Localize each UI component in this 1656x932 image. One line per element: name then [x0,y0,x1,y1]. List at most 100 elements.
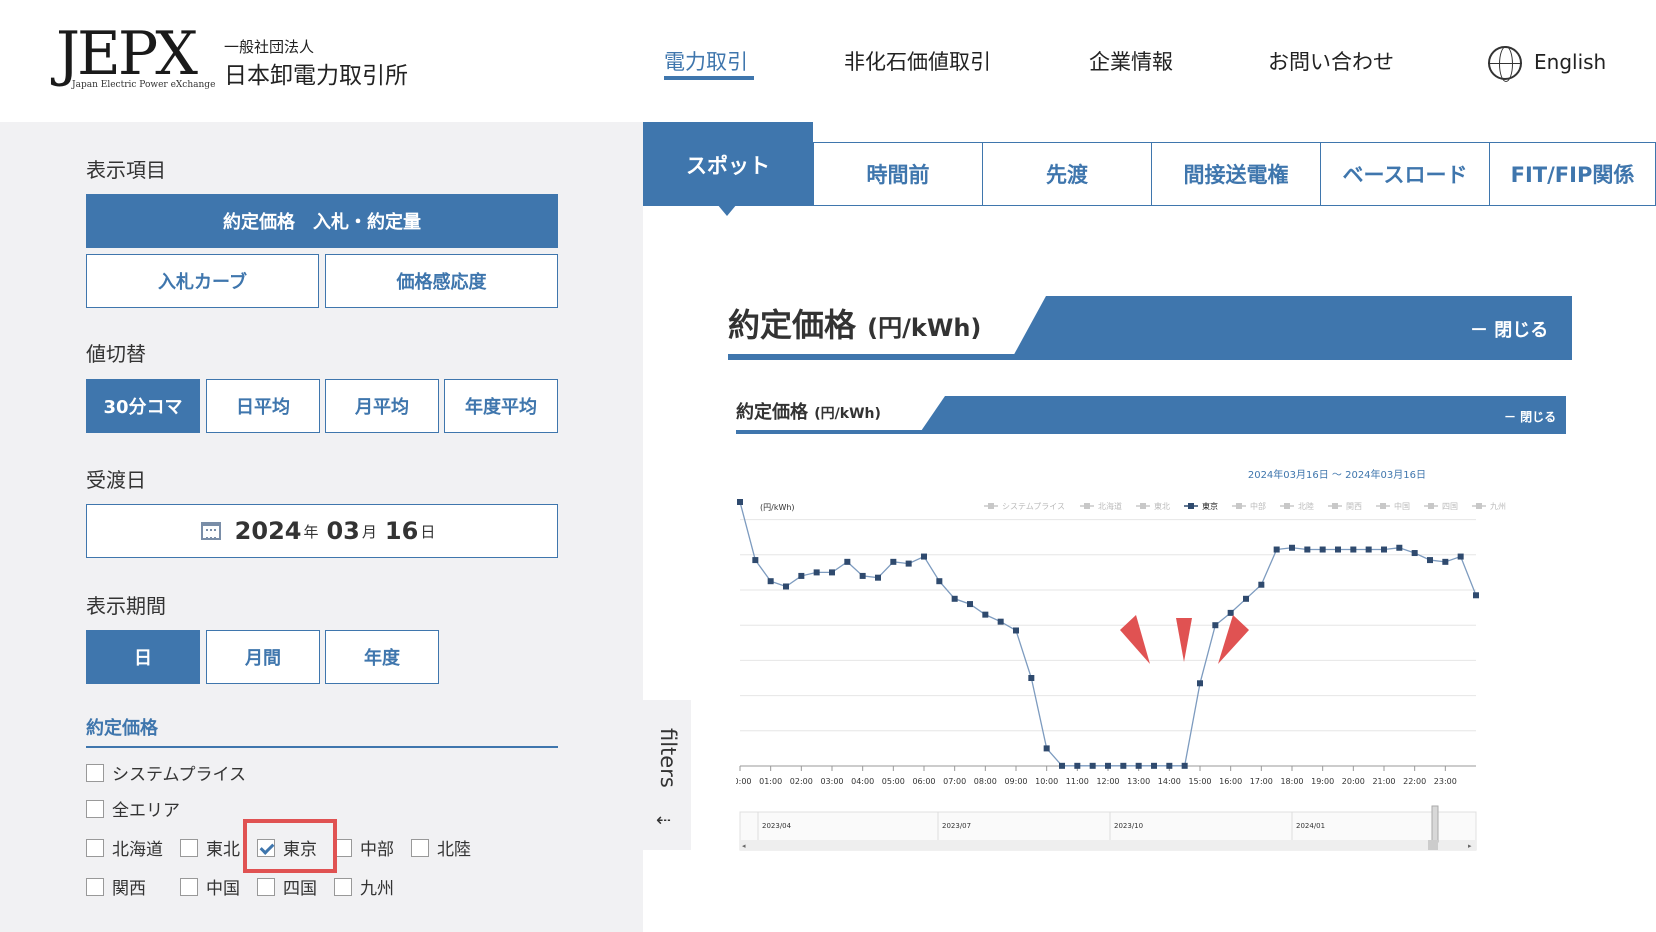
checkbox-label: 東北 [206,840,240,860]
checkbox-kansai[interactable]: 関西 [86,874,146,899]
tab-baseload[interactable]: ベースロード [1320,142,1490,206]
delivery-date-picker[interactable]: 2024 年 03 月 16 日 [86,504,558,558]
btn-price-volume[interactable]: 約定価格 入札・約定量 [86,194,558,248]
data-point [875,574,881,581]
globe-icon[interactable] [1488,46,1522,82]
tab-ftr[interactable]: 間接送電権 [1151,142,1321,206]
date-day-unit: 日 [420,522,436,541]
checkbox-label: システムプライス [112,765,246,785]
checkbox-box[interactable] [86,799,104,818]
filters-label[interactable]: filters [656,728,680,788]
data-point [1289,544,1295,551]
value-switch-label: 値切替 [86,342,146,366]
nav-company-info[interactable]: 企業情報 [1089,46,1173,76]
checkbox-box[interactable] [180,838,198,857]
chart-date-range: 2024年03月16日 〜 2024年03月16日 [1248,468,1426,481]
btn-period-day[interactable]: 日 [86,630,200,684]
tab-fit-fip[interactable]: FIT/FIP関係 [1489,142,1656,206]
sub-title-unit: (円/kWh) [814,406,881,422]
language-switch[interactable]: English [1534,50,1606,74]
data-point [1350,546,1357,553]
data-point [1473,592,1479,599]
sub-close-button[interactable]: － 閉じる [1504,408,1556,425]
x-tick-label: 01:00 [759,777,782,786]
btn-daily-avg[interactable]: 日平均 [206,379,320,433]
nav-power-trading[interactable]: 電力取引 [664,46,748,76]
btn-bid-curve[interactable]: 入札カーブ [86,254,319,308]
data-point [767,578,774,585]
arrow-pointer-right [1218,615,1249,664]
nav-non-fossil[interactable]: 非化石価値取引 [844,46,991,76]
legend-item: 北海道 [1098,501,1122,511]
chart-legend[interactable]: システムプライス 北海道 東北 東京 中部 北陸 関西 中国 四国 九州 [984,501,1506,511]
data-point [1411,550,1418,557]
checkbox-tohoku[interactable]: 東北 [180,835,240,860]
checkbox-box[interactable] [411,838,429,857]
checkbox-system-price[interactable]: システムプライス [86,760,246,785]
checkbox-box[interactable] [86,763,104,782]
tab-spot[interactable]: スポット [643,122,813,206]
checkbox-kyushu[interactable]: 九州 [334,874,394,899]
close-button[interactable]: － 閉じる [1470,316,1548,342]
checkbox-all-areas[interactable]: 全エリア [86,796,180,821]
sub-title-bar-underline [736,430,1566,434]
tab-forward[interactable]: 先渡 [982,142,1152,206]
data-point [997,618,1004,625]
data-point [844,558,851,565]
price-chart[interactable]: 2024年03月16日 〜 2024年03月16日 (円/kWh) システムプラ… [736,456,1566,916]
btn-30min[interactable]: 30分コマ [86,379,200,433]
checkbox-chugoku[interactable]: 中国 [180,874,240,899]
legend-item: 北陸 [1298,501,1314,511]
btn-price-sensitivity[interactable]: 価格感応度 [325,254,558,308]
checkbox-box[interactable] [334,877,352,896]
checkbox-box[interactable] [86,877,104,896]
legend-item: 中国 [1394,501,1410,511]
data-point [921,553,927,560]
navigator-scrollbar [740,840,1476,850]
checkbox-hokkaido[interactable]: 北海道 [86,835,163,860]
btn-period-month[interactable]: 月間 [206,630,320,684]
navigator-label: 2024/01 [1296,822,1325,830]
data-point [1457,553,1464,560]
chart-navigator[interactable]: 2023/04 2023/07 2023/10 2024/01 ◂ ▸ [739,805,1477,851]
calendar-icon [200,522,221,540]
logo-subtitle: Japan Electric Power eXchange [72,80,216,90]
btn-yearly-avg[interactable]: 年度平均 [444,379,558,433]
data-point [737,499,743,505]
jepx-logo[interactable]: JEPX Japan Electric Power eXchange [56,19,215,94]
navigator-handle [1431,805,1439,843]
btn-period-year[interactable]: 年度 [325,630,439,684]
legend-marker [1380,503,1386,509]
logo-text: JEPX [56,19,198,89]
x-tick-label: 10:00 [1035,777,1058,786]
x-tick-label: 03:00 [820,777,843,786]
display-item-label: 表示項目 [86,158,166,182]
date-month: 03 [326,517,360,545]
org-name: 日本卸電力取引所 [224,63,408,89]
x-tick-label: 16:00 [1219,777,1242,786]
data-point [1335,546,1341,553]
nav-contact[interactable]: お問い合わせ [1268,46,1394,76]
checkbox-shikoku[interactable]: 四国 [257,874,317,899]
data-point [1105,762,1111,769]
date-day: 16 [384,517,419,545]
checkbox-box[interactable] [257,877,275,896]
checkbox-box[interactable] [86,838,104,857]
checkbox-chubu[interactable]: 中部 [334,835,394,860]
legend-item: 東京 [1202,501,1218,511]
tab-intraday[interactable]: 時間前 [813,142,983,206]
data-point [1059,762,1065,769]
sub-title-bar-fill [919,396,1566,434]
x-tick-label: 06:00 [912,777,935,786]
btn-monthly-avg[interactable]: 月平均 [325,379,439,433]
checkbox-label: 全エリア [112,801,180,821]
checkbox-hokuriku[interactable]: 北陸 [411,835,471,860]
data-point [982,611,989,618]
data-point [1181,762,1188,769]
legend-marker [988,503,994,509]
checkbox-box[interactable] [180,877,198,896]
date-year: 2024 [234,517,302,545]
series-line-tokyo [739,501,1477,767]
checkbox-label: 中国 [206,879,240,899]
arrow-left-icon[interactable]: ⇠ [656,810,671,831]
